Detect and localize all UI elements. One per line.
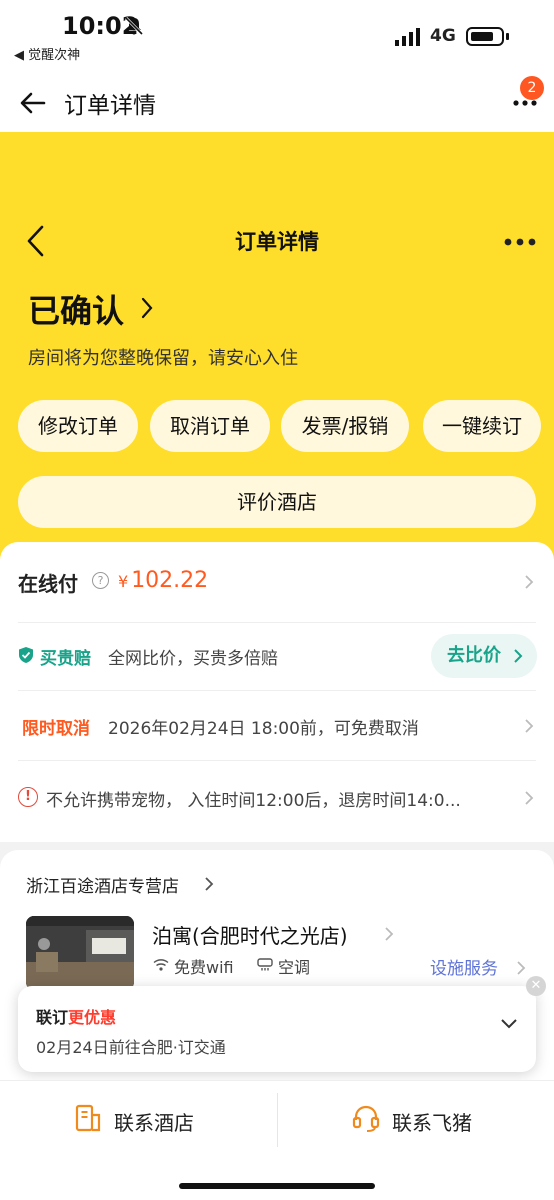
modify-order-button[interactable]: 修改订单 <box>18 400 138 452</box>
more-dots-icon[interactable] <box>512 98 542 108</box>
cancel-order-button[interactable]: 取消订单 <box>150 400 270 452</box>
promo-title-highlight: 更优惠 <box>68 1008 117 1027</box>
back-arrow-icon[interactable] <box>18 88 48 118</box>
chevron-right-icon[interactable] <box>204 876 214 892</box>
hotel-name[interactable]: 泊寓(合肥时代之光店) <box>152 920 348 949</box>
store-name[interactable]: 浙江百途酒店专营店 <box>26 872 179 897</box>
page-title: 订单详情 <box>64 93 156 119</box>
order-info-card: 在线付 ? ¥102.22 买贵赔 全网比价，买贵多倍赔 去比价 限时取消 20… <box>0 542 554 842</box>
compare-price-label: 去比价 <box>447 645 501 666</box>
price-amount: 102.22 <box>131 568 209 593</box>
warning-icon: ! <box>18 787 38 807</box>
chevron-right-icon[interactable] <box>524 718 534 734</box>
status-bar: 10:02 ◀ 觉醒次神 4G <box>0 0 554 70</box>
order-status-header: 订单详情 已确认 房间将为您整晚保留，请安心入住 修改订单 取消订单 发票/报销… <box>0 132 554 562</box>
divider <box>18 622 536 623</box>
promo-title-prefix: 联订 <box>36 1008 69 1027</box>
payment-method: 在线付 <box>18 572 78 596</box>
divider <box>18 690 536 691</box>
notification-badge: 2 <box>520 76 544 100</box>
review-hotel-button[interactable]: 评价酒店 <box>18 476 536 528</box>
top-nav-bar: 订单详情 2 <box>0 70 554 132</box>
more-dots-icon[interactable] <box>503 236 537 248</box>
bottom-action-bar: 联系酒店 联系飞猪 <box>0 1080 554 1200</box>
divider <box>18 760 536 761</box>
contact-fliggy-button[interactable]: 联系飞猪 <box>392 1107 472 1136</box>
close-icon[interactable]: ✕ <box>526 976 546 996</box>
facility-services-link[interactable]: 设施服务 <box>430 954 498 979</box>
battery-icon <box>466 27 504 46</box>
bundle-promo-card[interactable]: 联订更优惠 02月24日前往合肥·订交通 <box>18 986 536 1072</box>
renew-order-button[interactable]: 一键续订 <box>423 400 541 452</box>
battery-tip <box>506 33 509 40</box>
hotel-building-icon <box>75 1104 101 1132</box>
order-status[interactable]: 已确认 <box>28 286 124 332</box>
invoice-button[interactable]: 发票/报销 <box>281 400 409 452</box>
promo-title: 联订更优惠 <box>36 1004 116 1028</box>
currency-symbol: ¥ <box>118 572 129 591</box>
chevron-right-icon <box>514 649 523 663</box>
cancellation-label: 限时取消 <box>22 719 90 739</box>
status-subtitle: 房间将为您整晚保留，请安心入住 <box>28 348 298 369</box>
chevron-right-icon[interactable] <box>384 926 394 942</box>
chevron-right-icon[interactable] <box>516 960 526 976</box>
chevron-right-icon[interactable] <box>524 790 534 806</box>
shield-check-icon <box>19 647 33 663</box>
compare-price-button[interactable]: 去比价 <box>431 634 537 678</box>
policy-desc[interactable]: 不允许携带宠物， 入住时间12:00后，退房时间14:0... <box>46 786 461 811</box>
amenity-wifi: 免费wifi <box>174 958 234 977</box>
wifi-icon <box>153 959 169 971</box>
price-guarantee-label: 买贵赔 <box>40 649 91 669</box>
cancellation-desc[interactable]: 2026年02月24日 18:00前，可免费取消 <box>108 714 419 739</box>
headset-icon <box>352 1105 380 1132</box>
home-indicator[interactable] <box>179 1183 375 1189</box>
divider <box>277 1093 278 1147</box>
chevron-right-icon[interactable] <box>140 296 154 320</box>
chevron-down-icon[interactable] <box>500 1018 518 1030</box>
mute-bell-icon <box>124 16 144 36</box>
help-icon[interactable]: ? <box>92 572 109 589</box>
price-guarantee-desc: 全网比价，买贵多倍赔 <box>108 649 278 669</box>
hotel-thumbnail[interactable] <box>26 916 134 990</box>
back-to-app-link[interactable]: ◀ 觉醒次神 <box>14 44 80 63</box>
amenity-ac: 空调 <box>278 958 311 977</box>
promo-subtitle: 02月24日前往合肥·订交通 <box>36 1038 226 1057</box>
chevron-right-icon[interactable] <box>524 574 534 590</box>
network-type: 4G <box>430 26 456 46</box>
signal-icon <box>395 28 420 46</box>
inner-title: 订单详情 <box>235 230 319 254</box>
order-price[interactable]: ¥102.22 <box>118 568 208 593</box>
air-conditioner-icon <box>257 958 273 971</box>
contact-hotel-button[interactable]: 联系酒店 <box>114 1107 194 1136</box>
